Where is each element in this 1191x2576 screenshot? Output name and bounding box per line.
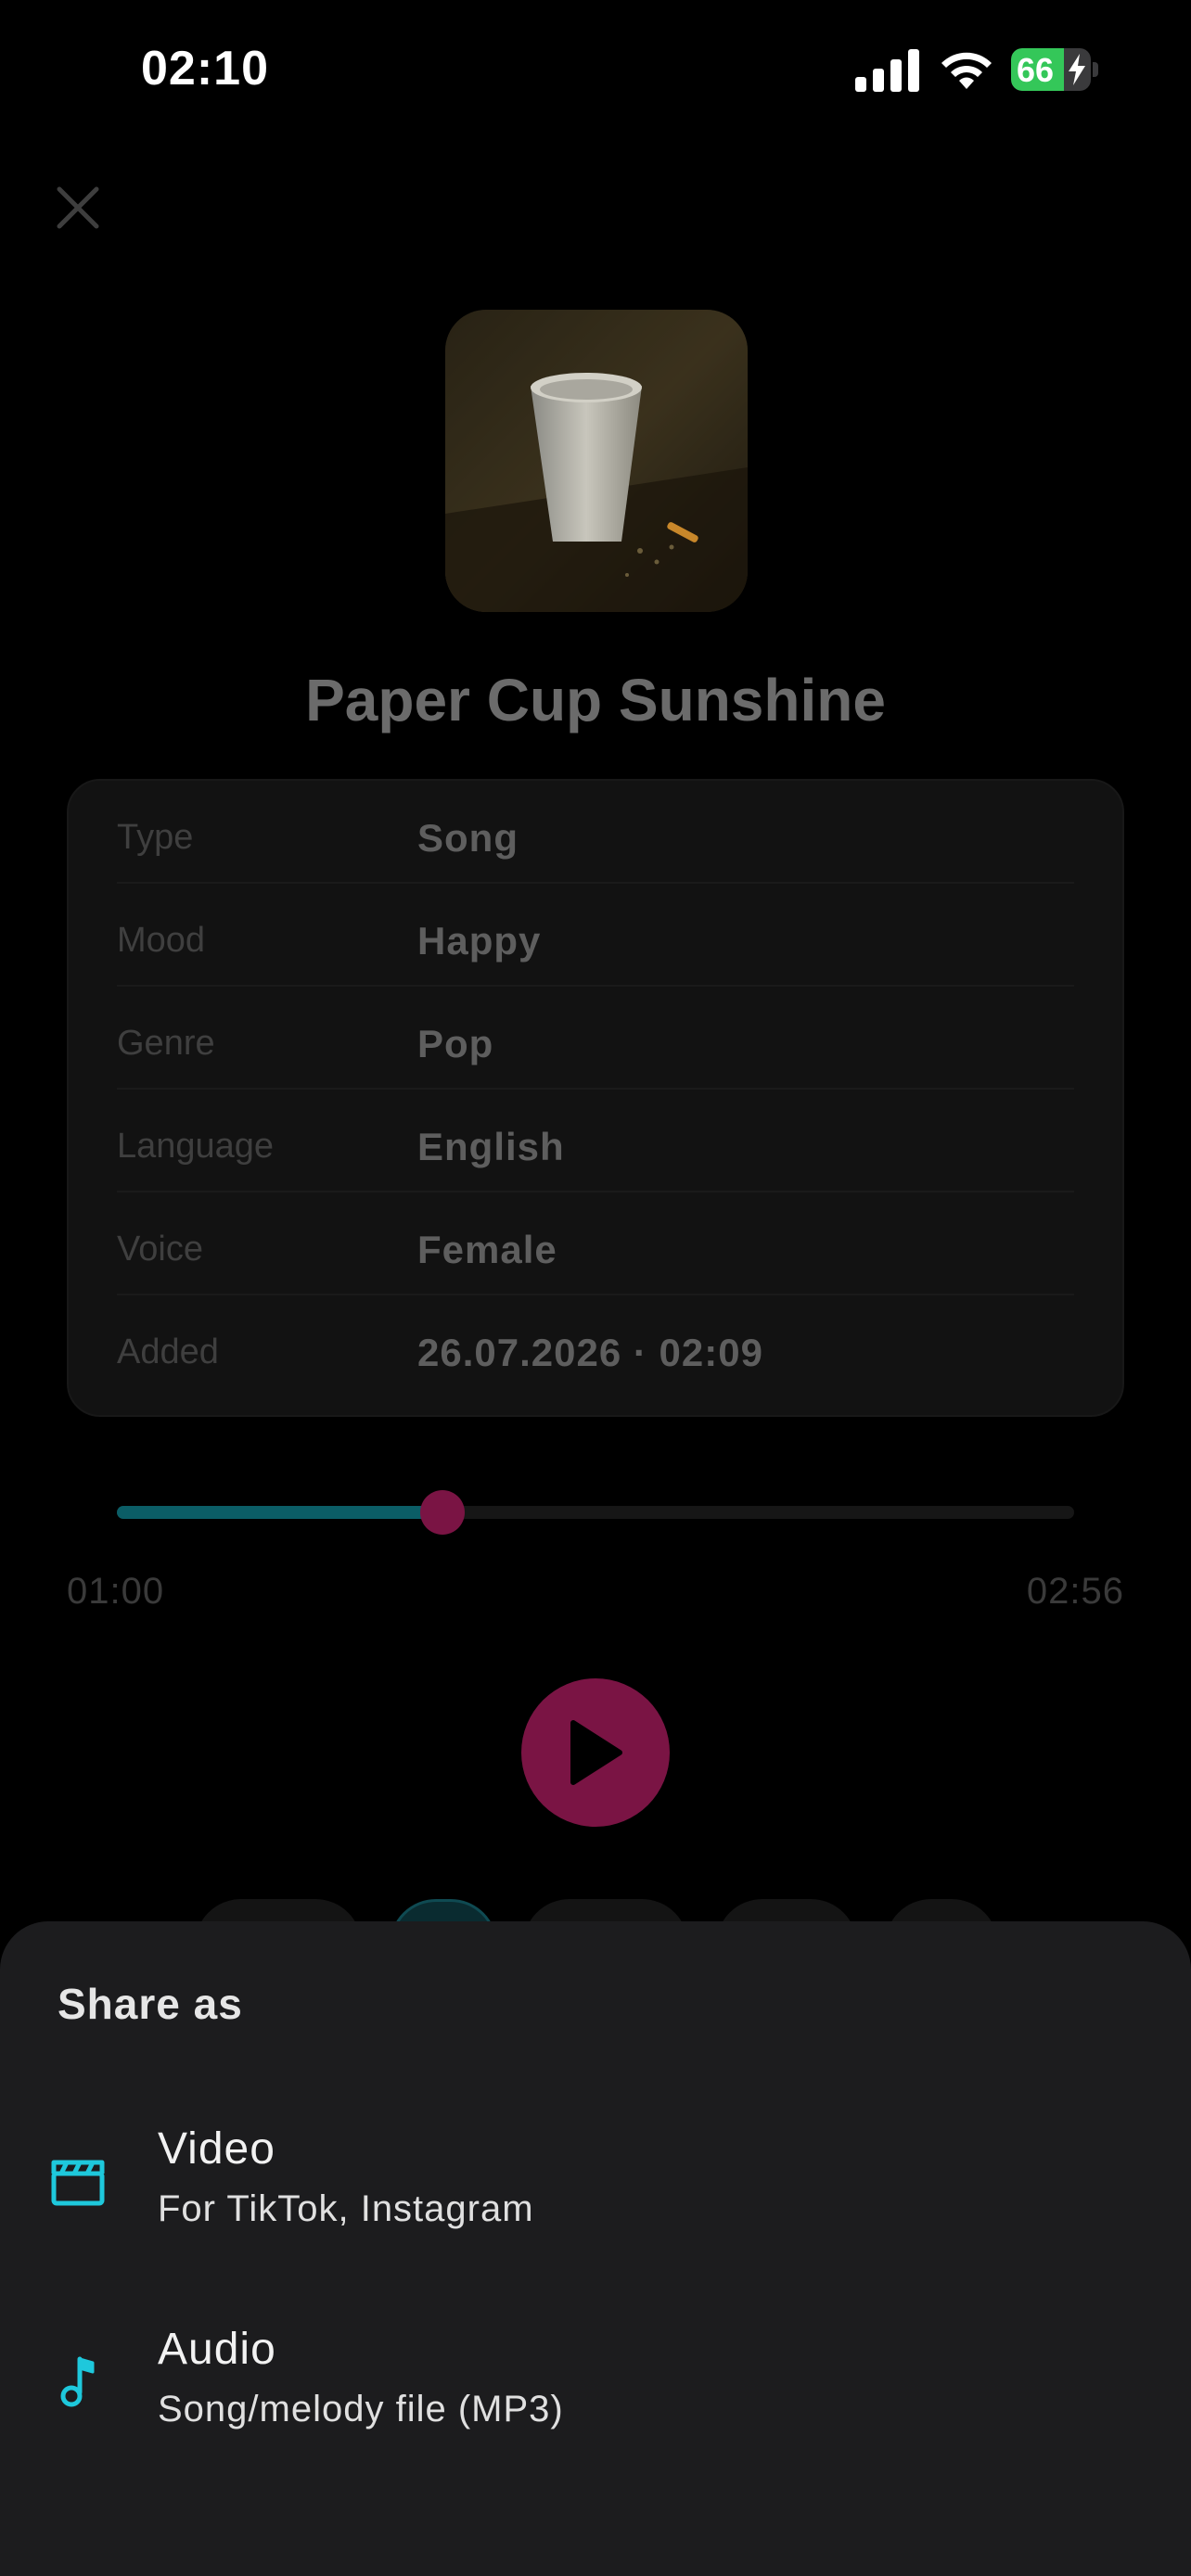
music-note-icon (60, 2356, 95, 2407)
detail-value: Song (417, 816, 519, 860)
detail-label: Mood (117, 921, 206, 960)
detail-row-genre: Genre Pop (117, 987, 1074, 1090)
wifi-icon (941, 52, 992, 89)
share-option-title: Video (158, 2124, 275, 2174)
status-time: 02:10 (141, 42, 269, 96)
charging-bolt-icon (1069, 54, 1085, 85)
play-button[interactable] (521, 1678, 670, 1827)
song-artwork (445, 310, 748, 612)
playback-slider[interactable] (117, 1490, 1074, 1535)
playback-slider-thumb[interactable] (419, 1490, 465, 1535)
detail-label: Language (117, 1127, 275, 1166)
detail-row-added: Added 26.07.2026 · 02:09 (117, 1295, 1074, 1398)
detail-value: English (417, 1125, 565, 1168)
detail-label: Added (117, 1333, 219, 1371)
detail-label: Genre (117, 1024, 215, 1063)
detail-row-voice: Voice Female (117, 1192, 1074, 1295)
share-option-title: Audio (158, 2325, 276, 2374)
detail-label: Voice (117, 1230, 203, 1269)
detail-value: 26.07.2026 · 02:09 (417, 1331, 763, 1374)
total-time: 02:56 (1026, 1571, 1124, 1612)
sheet-title: Share as (58, 1980, 243, 2028)
detail-value: Happy (417, 919, 542, 963)
share-option-subtitle: Song/melody file (MP3) (158, 2389, 564, 2429)
song-title: Paper Cup Sunshine (305, 667, 886, 733)
battery-level: 66 (1017, 51, 1055, 89)
close-button[interactable] (43, 172, 113, 243)
detail-value: Pop (417, 1022, 494, 1065)
song-details-card: Type Song Mood Happy Genre Pop Language … (67, 779, 1124, 1417)
detail-row-mood: Mood Happy (117, 884, 1074, 987)
detail-row-type: Type Song (117, 781, 1074, 884)
playback-progress-fill (117, 1506, 442, 1519)
battery-indicator: 66 (1011, 48, 1100, 91)
battery-cap (1093, 62, 1098, 77)
detail-row-language: Language English (117, 1090, 1074, 1192)
share-option-audio[interactable]: Audio Song/melody file (MP3) (0, 2296, 1191, 2481)
detail-value: Female (417, 1228, 557, 1271)
elapsed-time: 01:00 (67, 1571, 165, 1612)
share-sheet: Share as Video For TikTok, Instagram Aud… (0, 1921, 1191, 2576)
share-option-video[interactable]: Video For TikTok, Instagram (0, 2096, 1191, 2281)
battery-body: 66 (1011, 48, 1091, 91)
cellular-signal-icon (855, 49, 919, 92)
play-icon (570, 1720, 622, 1785)
close-icon (57, 186, 99, 229)
detail-label: Type (117, 818, 194, 857)
clapperboard-icon (51, 2160, 105, 2206)
player-screen: 02:10 66 Paper Cup Sunshine Type Song Mo… (0, 0, 1191, 2576)
share-option-subtitle: For TikTok, Instagram (158, 2188, 534, 2229)
